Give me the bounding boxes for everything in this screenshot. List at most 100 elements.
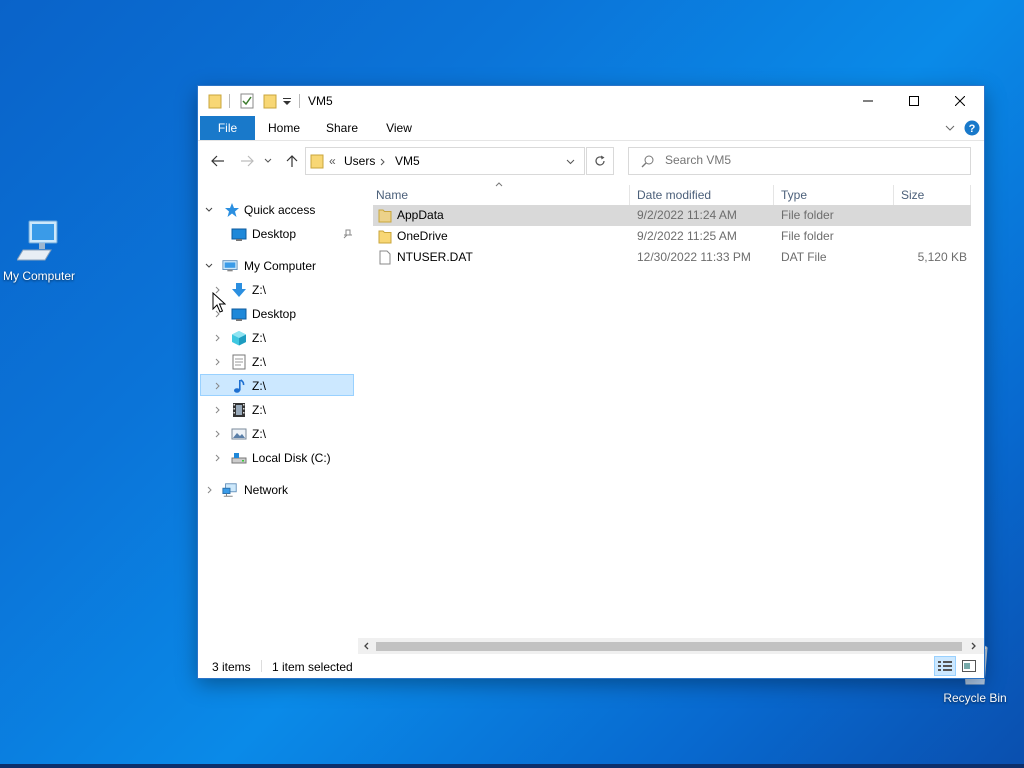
scroll-right-icon[interactable] bbox=[971, 642, 977, 650]
scrollbar-thumb[interactable] bbox=[376, 642, 962, 651]
chevron-down-icon[interactable] bbox=[205, 262, 213, 270]
file-row-appdata[interactable]: AppData 9/2/2022 11:24 AM File folder bbox=[373, 205, 971, 226]
chevron-right-icon[interactable] bbox=[214, 382, 222, 390]
tab-view[interactable]: View bbox=[375, 116, 423, 140]
chevron-down-icon bbox=[264, 158, 272, 163]
search-box[interactable] bbox=[628, 147, 971, 175]
desktop-icon-my-computer[interactable]: My Computer bbox=[0, 218, 81, 283]
nav-item-my-computer[interactable]: My Computer bbox=[198, 254, 363, 278]
chevron-right-icon[interactable] bbox=[214, 454, 222, 462]
pictures-icon bbox=[231, 428, 247, 440]
nav-item-videos[interactable]: Z:\ bbox=[198, 398, 363, 422]
mouse-cursor-icon bbox=[212, 292, 226, 313]
divider bbox=[261, 660, 262, 672]
item-count: 3 items bbox=[212, 660, 251, 674]
large-icons-view-icon bbox=[962, 660, 976, 672]
close-button[interactable] bbox=[937, 86, 983, 116]
nav-label: Z:\ bbox=[252, 355, 266, 369]
recent-locations-button[interactable] bbox=[262, 153, 274, 169]
column-header-type[interactable]: Type bbox=[781, 188, 807, 202]
minimize-icon bbox=[863, 100, 873, 102]
column-divider[interactable] bbox=[629, 185, 630, 207]
window-title: VM5 bbox=[308, 94, 333, 108]
computer-icon bbox=[16, 220, 58, 261]
nav-label: Z:\ bbox=[252, 331, 266, 345]
nav-label: Quick access bbox=[244, 203, 316, 217]
title-bar: VM5 bbox=[198, 86, 984, 116]
file-date: 9/2/2022 11:24 AM bbox=[637, 208, 737, 222]
desktop-icon bbox=[231, 308, 247, 321]
file-type: DAT File bbox=[781, 250, 827, 264]
refresh-icon bbox=[595, 155, 605, 166]
chevron-right-icon[interactable] bbox=[214, 334, 222, 342]
search-icon bbox=[641, 155, 654, 168]
address-dropdown-icon[interactable] bbox=[566, 159, 575, 165]
tab-share[interactable]: Share bbox=[318, 116, 366, 140]
chevron-right-icon[interactable] bbox=[214, 358, 222, 366]
star-icon bbox=[225, 203, 239, 217]
nav-item-3d-objects[interactable]: Z:\ bbox=[198, 326, 363, 350]
new-folder-icon[interactable] bbox=[263, 93, 277, 109]
nav-item-quick-access[interactable]: Quick access bbox=[198, 198, 363, 222]
properties-icon[interactable] bbox=[240, 93, 254, 109]
file-icon bbox=[379, 250, 391, 265]
chevron-down-icon[interactable] bbox=[205, 206, 213, 214]
details-view-button[interactable] bbox=[934, 656, 956, 676]
network-icon bbox=[222, 483, 237, 497]
up-button[interactable] bbox=[283, 153, 301, 169]
help-icon[interactable]: ? bbox=[964, 120, 980, 136]
nav-label: Local Disk (C:) bbox=[252, 451, 331, 465]
back-arrow-icon bbox=[211, 155, 224, 167]
svg-text:?: ? bbox=[969, 123, 976, 135]
taskbar-edge bbox=[0, 764, 1024, 768]
breadcrumb-overflow[interactable]: « bbox=[329, 154, 336, 168]
file-type: File folder bbox=[781, 208, 834, 222]
breadcrumb-vm5[interactable]: VM5 bbox=[395, 154, 420, 168]
customize-toolbar-dropdown-icon[interactable] bbox=[283, 98, 291, 106]
ribbon-tabs: File Home Share View ? bbox=[198, 116, 984, 141]
file-size: 5,120 KB bbox=[917, 250, 967, 264]
column-divider[interactable] bbox=[773, 185, 774, 207]
file-row-ntuser-dat[interactable]: NTUSER.DAT 12/30/2022 11:33 PM DAT File … bbox=[373, 247, 971, 268]
large-icons-view-button[interactable] bbox=[958, 656, 980, 676]
column-header-date-modified[interactable]: Date modified bbox=[637, 188, 711, 202]
breadcrumb-separator-icon[interactable] bbox=[380, 158, 386, 166]
file-type: File folder bbox=[781, 229, 834, 243]
nav-item-music[interactable]: Z:\ bbox=[198, 374, 363, 398]
maximize-icon bbox=[909, 96, 919, 106]
address-bar[interactable]: « Users VM5 bbox=[305, 147, 585, 175]
forward-button[interactable] bbox=[238, 153, 256, 169]
file-row-onedrive[interactable]: OneDrive 9/2/2022 11:25 AM File folder bbox=[373, 226, 971, 247]
breadcrumb-users[interactable]: Users bbox=[344, 154, 375, 168]
search-input[interactable] bbox=[665, 153, 955, 167]
details-view-icon bbox=[938, 661, 952, 671]
horizontal-scrollbar[interactable] bbox=[358, 638, 984, 654]
chevron-right-icon[interactable] bbox=[206, 486, 214, 494]
nav-label: Z:\ bbox=[252, 427, 266, 441]
refresh-button[interactable] bbox=[586, 147, 614, 175]
expand-ribbon-icon[interactable] bbox=[945, 124, 955, 132]
minimize-button[interactable] bbox=[845, 86, 891, 116]
file-name: NTUSER.DAT bbox=[397, 250, 473, 264]
back-button[interactable] bbox=[209, 153, 227, 169]
column-divider[interactable] bbox=[970, 185, 971, 207]
file-date: 9/2/2022 11:25 AM bbox=[637, 229, 737, 243]
column-header-size[interactable]: Size bbox=[901, 188, 924, 202]
chevron-right-icon[interactable] bbox=[214, 406, 222, 414]
column-header-name[interactable]: Name bbox=[376, 188, 408, 202]
chevron-right-icon[interactable] bbox=[214, 430, 222, 438]
nav-label: Desktop bbox=[252, 307, 297, 321]
nav-item-pictures[interactable]: Z:\ bbox=[198, 422, 363, 446]
tab-home[interactable]: Home bbox=[260, 116, 308, 140]
nav-item-documents[interactable]: Z:\ bbox=[198, 350, 363, 374]
nav-item-quick-access-desktop[interactable]: Desktop bbox=[198, 222, 363, 246]
nav-item-network[interactable]: Network bbox=[198, 478, 363, 502]
nav-item-local-disk[interactable]: Local Disk (C:) bbox=[198, 446, 363, 470]
selection-count: 1 item selected bbox=[272, 660, 353, 674]
forward-arrow-icon bbox=[241, 155, 254, 167]
maximize-button[interactable] bbox=[891, 86, 937, 116]
tab-file[interactable]: File bbox=[200, 116, 255, 140]
column-divider[interactable] bbox=[893, 185, 894, 207]
close-icon bbox=[955, 96, 965, 106]
scroll-left-icon[interactable] bbox=[363, 642, 369, 650]
